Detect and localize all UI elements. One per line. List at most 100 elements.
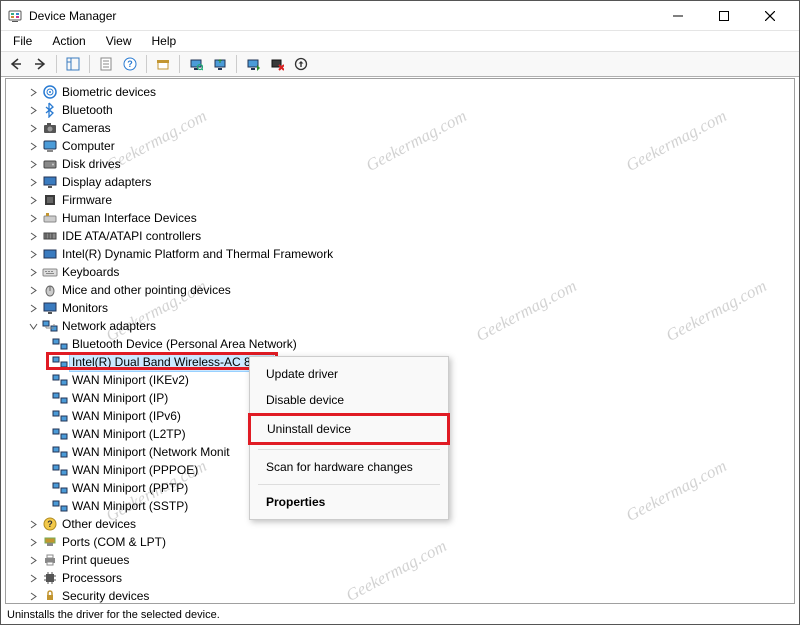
chevron-right-icon[interactable] bbox=[26, 157, 40, 171]
tree-category[interactable]: Processors bbox=[8, 569, 792, 587]
toolbar-separator bbox=[89, 55, 90, 73]
chevron-right-icon[interactable] bbox=[26, 193, 40, 207]
tree-category[interactable]: Ports (COM & LPT) bbox=[8, 533, 792, 551]
tree-label: Processors bbox=[62, 569, 122, 587]
tree-category[interactable]: IDE ATA/ATAPI controllers bbox=[8, 227, 792, 245]
tree-category[interactable]: Human Interface Devices bbox=[8, 209, 792, 227]
minimize-button[interactable] bbox=[655, 1, 701, 31]
tree-label: Bluetooth Device (Personal Area Network) bbox=[72, 335, 297, 353]
ctx-separator bbox=[258, 449, 440, 450]
uninstall-device-button[interactable] bbox=[266, 53, 288, 75]
scan-hardware-button[interactable] bbox=[185, 53, 207, 75]
nav-forward-button[interactable] bbox=[29, 53, 51, 75]
menu-view[interactable]: View bbox=[98, 32, 140, 50]
chevron-right-icon[interactable] bbox=[26, 247, 40, 261]
firmware-icon bbox=[42, 192, 58, 208]
chevron-right-icon[interactable] bbox=[26, 517, 40, 531]
network-adapter-icon bbox=[52, 480, 68, 496]
tree-device[interactable]: Bluetooth Device (Personal Area Network) bbox=[8, 335, 792, 353]
network-adapter-icon bbox=[52, 408, 68, 424]
status-text: Uninstalls the driver for the selected d… bbox=[7, 609, 220, 621]
ctx-properties[interactable]: Properties bbox=[250, 489, 448, 515]
tree-label: WAN Miniport (IPv6) bbox=[72, 407, 181, 425]
tree-label: Bluetooth bbox=[62, 101, 113, 119]
tree-category[interactable]: Monitors bbox=[8, 299, 792, 317]
action-button-1[interactable] bbox=[152, 53, 174, 75]
tree-category[interactable]: Keyboards bbox=[8, 263, 792, 281]
tree-label: Keyboards bbox=[62, 263, 119, 281]
tree-label: Human Interface Devices bbox=[62, 209, 197, 227]
nav-back-button[interactable] bbox=[5, 53, 27, 75]
help-button[interactable]: ? bbox=[119, 53, 141, 75]
intel-platform-icon bbox=[42, 246, 58, 262]
update-driver-button[interactable] bbox=[209, 53, 231, 75]
network-adapter-icon bbox=[52, 372, 68, 388]
tree-category[interactable]: Bluetooth bbox=[8, 101, 792, 119]
tree-category[interactable]: Display adapters bbox=[8, 173, 792, 191]
camera-icon bbox=[42, 120, 58, 136]
device-tree[interactable]: Biometric devices Bluetooth Cameras Comp… bbox=[8, 83, 792, 604]
menu-bar: File Action View Help bbox=[1, 31, 799, 51]
toolbar-separator bbox=[236, 55, 237, 73]
add-legacy-button[interactable] bbox=[290, 53, 312, 75]
network-adapter-icon bbox=[52, 498, 68, 514]
ctx-uninstall-device[interactable]: Uninstall device bbox=[248, 413, 450, 445]
ctx-update-driver[interactable]: Update driver bbox=[250, 361, 448, 387]
properties-button[interactable] bbox=[95, 53, 117, 75]
computer-icon bbox=[42, 138, 58, 154]
svg-text:?: ? bbox=[47, 519, 53, 529]
chevron-right-icon[interactable] bbox=[26, 85, 40, 99]
tree-label: Disk drives bbox=[62, 155, 121, 173]
chevron-right-icon[interactable] bbox=[26, 571, 40, 585]
chevron-right-icon[interactable] bbox=[26, 175, 40, 189]
tree-category[interactable]: Biometric devices bbox=[8, 83, 792, 101]
processor-icon bbox=[42, 570, 58, 586]
chevron-right-icon[interactable] bbox=[26, 103, 40, 117]
chevron-right-icon[interactable] bbox=[26, 301, 40, 315]
chevron-right-icon[interactable] bbox=[26, 211, 40, 225]
svg-text:?: ? bbox=[127, 59, 133, 69]
tree-category[interactable]: Security devices bbox=[8, 587, 792, 604]
tree-label: Mice and other pointing devices bbox=[62, 281, 231, 299]
chevron-down-icon[interactable] bbox=[26, 319, 40, 333]
tree-category[interactable]: Print queues bbox=[8, 551, 792, 569]
ctx-scan-hardware[interactable]: Scan for hardware changes bbox=[250, 454, 448, 480]
disk-icon bbox=[42, 156, 58, 172]
app-icon bbox=[7, 8, 23, 24]
chevron-right-icon[interactable] bbox=[26, 139, 40, 153]
tree-category[interactable]: Computer bbox=[8, 137, 792, 155]
close-button[interactable] bbox=[747, 1, 793, 31]
show-hide-tree-button[interactable] bbox=[62, 53, 84, 75]
chevron-right-icon[interactable] bbox=[26, 589, 40, 603]
menu-action[interactable]: Action bbox=[44, 32, 93, 50]
tree-category[interactable]: Cameras bbox=[8, 119, 792, 137]
chevron-right-icon[interactable] bbox=[26, 283, 40, 297]
tree-category-network[interactable]: Network adapters bbox=[8, 317, 792, 335]
menu-file[interactable]: File bbox=[5, 32, 40, 50]
tree-label: WAN Miniport (PPTP) bbox=[72, 479, 188, 497]
maximize-button[interactable] bbox=[701, 1, 747, 31]
tree-label: Print queues bbox=[62, 551, 129, 569]
menu-help[interactable]: Help bbox=[144, 32, 185, 50]
chevron-right-icon[interactable] bbox=[26, 229, 40, 243]
tree-label: Intel(R) Dual Band Wireless-AC 8265 bbox=[69, 352, 274, 372]
tree-label: WAN Miniport (Network Monit bbox=[72, 443, 230, 461]
network-adapter-icon bbox=[52, 390, 68, 406]
toolbar-separator bbox=[56, 55, 57, 73]
ctx-disable-device[interactable]: Disable device bbox=[250, 387, 448, 413]
chevron-right-icon[interactable] bbox=[26, 121, 40, 135]
tree-label: WAN Miniport (L2TP) bbox=[72, 425, 186, 443]
tree-category[interactable]: Disk drives bbox=[8, 155, 792, 173]
disable-device-button[interactable] bbox=[242, 53, 264, 75]
network-adapter-icon bbox=[52, 444, 68, 460]
chevron-right-icon[interactable] bbox=[26, 265, 40, 279]
monitor-icon bbox=[42, 300, 58, 316]
network-adapter-icon bbox=[52, 336, 68, 352]
chevron-right-icon[interactable] bbox=[26, 553, 40, 567]
tree-category[interactable]: Firmware bbox=[8, 191, 792, 209]
keyboard-icon bbox=[42, 264, 58, 280]
tree-category[interactable]: Mice and other pointing devices bbox=[8, 281, 792, 299]
ports-icon bbox=[42, 534, 58, 550]
tree-category[interactable]: Intel(R) Dynamic Platform and Thermal Fr… bbox=[8, 245, 792, 263]
chevron-right-icon[interactable] bbox=[26, 535, 40, 549]
